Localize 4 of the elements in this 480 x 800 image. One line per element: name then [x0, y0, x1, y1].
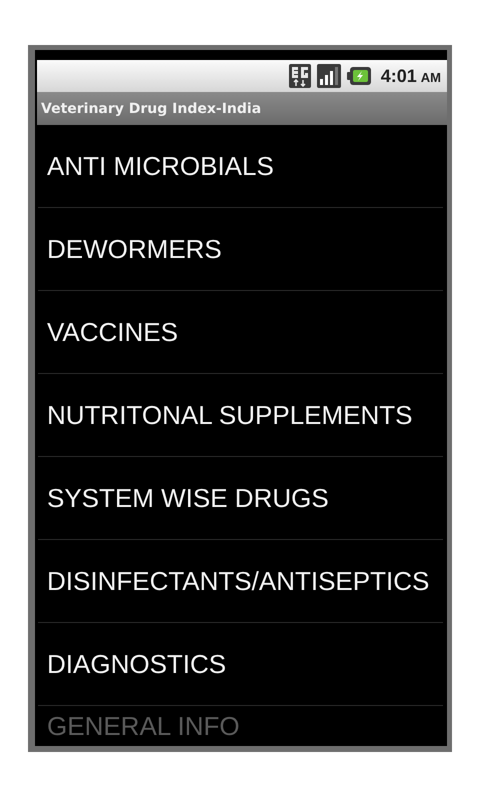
- signal-icon: [316, 64, 341, 88]
- app-title: Veterinary Drug Index-India: [41, 100, 262, 116]
- battery-charging-icon: [346, 66, 371, 86]
- clock-time: 4:01 AM: [380, 66, 441, 86]
